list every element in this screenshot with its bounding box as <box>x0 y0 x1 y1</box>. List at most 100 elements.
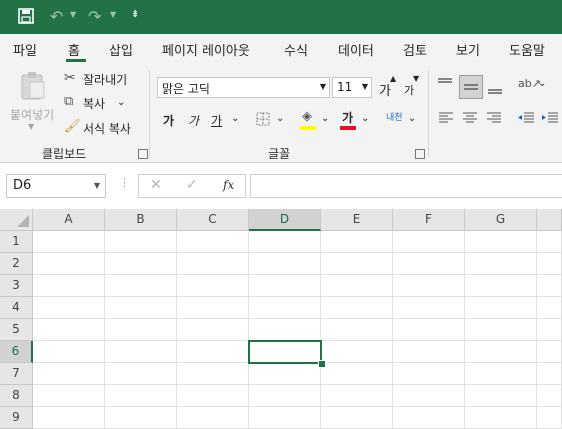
column-header-e[interactable]: E <box>321 209 393 231</box>
tab-help[interactable]: 도움말 <box>509 40 545 59</box>
row-header-9[interactable]: 9 <box>0 407 33 429</box>
grid-cell[interactable] <box>321 253 393 275</box>
grid-cell[interactable] <box>249 385 321 407</box>
grid-cell[interactable] <box>393 407 465 429</box>
grid-cell[interactable] <box>393 363 465 385</box>
font-color-dropdown-icon[interactable]: ⌄ <box>361 113 369 124</box>
grid-cell[interactable] <box>321 363 393 385</box>
align-right-icon[interactable] <box>487 112 501 127</box>
grid-cell[interactable] <box>537 407 562 429</box>
grid-cell[interactable] <box>537 385 562 407</box>
tab-data[interactable]: 데이터 <box>338 40 374 59</box>
grid-cell[interactable] <box>465 385 537 407</box>
grid-cell[interactable] <box>321 297 393 319</box>
save-icon[interactable] <box>18 8 34 27</box>
grid-cell[interactable] <box>537 231 562 253</box>
align-center-icon[interactable] <box>463 112 477 127</box>
grid-cell[interactable] <box>105 231 177 253</box>
grid-cell[interactable] <box>105 297 177 319</box>
grid-cell[interactable] <box>465 275 537 297</box>
select-all-button[interactable] <box>0 209 33 231</box>
grid-cell[interactable] <box>105 253 177 275</box>
borders-dropdown-icon[interactable]: ⌄ <box>276 113 284 124</box>
grid-cell[interactable] <box>321 275 393 297</box>
grid-cell[interactable] <box>177 319 249 341</box>
grid-cell[interactable] <box>177 407 249 429</box>
grid-cell[interactable] <box>33 319 105 341</box>
grid-cell[interactable] <box>249 253 321 275</box>
column-header-c[interactable]: C <box>177 209 249 231</box>
align-middle-icon[interactable] <box>459 75 483 99</box>
grid-cell[interactable] <box>105 363 177 385</box>
cancel-button[interactable]: ✕ <box>150 177 162 193</box>
fill-color-icon[interactable]: ◈ <box>302 109 312 124</box>
column-header-g[interactable]: G <box>465 209 537 231</box>
active-cell-outline[interactable] <box>248 340 322 364</box>
undo-dropdown-icon[interactable]: ▼ <box>70 10 76 19</box>
row-header-1[interactable]: 1 <box>0 231 33 253</box>
grid-cell[interactable] <box>465 407 537 429</box>
tab-view[interactable]: 보기 <box>456 40 480 59</box>
grid-cell[interactable] <box>321 231 393 253</box>
grid-cell[interactable] <box>33 363 105 385</box>
grid-cell[interactable] <box>537 253 562 275</box>
grid-cell[interactable] <box>393 319 465 341</box>
grid-cell[interactable] <box>33 297 105 319</box>
undo-icon[interactable]: ↶ <box>50 7 63 26</box>
grid-cell[interactable] <box>33 341 105 363</box>
tab-home[interactable]: 홈 <box>68 40 80 59</box>
row-header-4[interactable]: 4 <box>0 297 33 319</box>
borders-icon[interactable] <box>256 112 270 129</box>
row-header-5[interactable]: 5 <box>0 319 33 341</box>
grid-cell[interactable] <box>393 341 465 363</box>
grid-cell[interactable] <box>537 275 562 297</box>
grid-cell[interactable] <box>393 231 465 253</box>
column-header-b[interactable]: B <box>105 209 177 231</box>
grid-cell[interactable] <box>177 297 249 319</box>
decrease-indent-icon[interactable] <box>518 112 534 127</box>
grid-cell[interactable] <box>537 341 562 363</box>
column-header-partial[interactable] <box>537 209 562 231</box>
row-header-3[interactable]: 3 <box>0 275 33 297</box>
fill-color-dropdown-icon[interactable]: ⌄ <box>321 113 329 124</box>
redo-dropdown-icon[interactable]: ▼ <box>110 10 116 19</box>
tab-insert[interactable]: 삽입 <box>109 40 133 59</box>
grid-cell[interactable] <box>249 363 321 385</box>
grid-cell[interactable] <box>321 407 393 429</box>
paste-icon[interactable] <box>20 70 46 103</box>
bold-button[interactable]: 가 <box>163 112 174 129</box>
enter-button[interactable]: ✓ <box>186 177 198 193</box>
grid-cell[interactable] <box>105 385 177 407</box>
column-header-f[interactable]: F <box>393 209 465 231</box>
grid-cell[interactable] <box>105 407 177 429</box>
grid-cell[interactable] <box>393 297 465 319</box>
grid-cell[interactable] <box>105 275 177 297</box>
grid-cell[interactable] <box>177 231 249 253</box>
font-launcher-icon[interactable] <box>415 149 425 159</box>
align-top-icon[interactable] <box>437 76 453 93</box>
grid-cell[interactable] <box>105 319 177 341</box>
grid-cell[interactable] <box>465 341 537 363</box>
grid-cell[interactable] <box>33 275 105 297</box>
grid-cell[interactable] <box>465 253 537 275</box>
column-header-a[interactable]: A <box>33 209 105 231</box>
grid-cell[interactable] <box>33 407 105 429</box>
column-header-d[interactable]: D <box>249 209 321 231</box>
grid-cell[interactable] <box>249 275 321 297</box>
paste-dropdown-icon[interactable]: ▼ <box>28 122 34 131</box>
tab-review[interactable]: 검토 <box>403 40 427 59</box>
insert-function-button[interactable]: fx <box>223 178 234 192</box>
phonetic-guide-button[interactable]: 내천 <box>386 110 403 123</box>
clipboard-launcher-icon[interactable] <box>138 149 148 159</box>
grid-cell[interactable] <box>465 297 537 319</box>
orientation-dropdown-icon[interactable]: ⌄ <box>538 78 546 89</box>
row-header-7[interactable]: 7 <box>0 363 33 385</box>
grid-cell[interactable] <box>465 231 537 253</box>
grid-cell[interactable] <box>33 385 105 407</box>
customize-icon[interactable]: ⇟ <box>131 9 139 20</box>
grid-cell[interactable] <box>249 231 321 253</box>
grid-cell[interactable] <box>393 253 465 275</box>
copy-button[interactable]: 복사 <box>83 95 105 112</box>
grid-cell[interactable] <box>321 319 393 341</box>
grid-cell[interactable] <box>249 319 321 341</box>
